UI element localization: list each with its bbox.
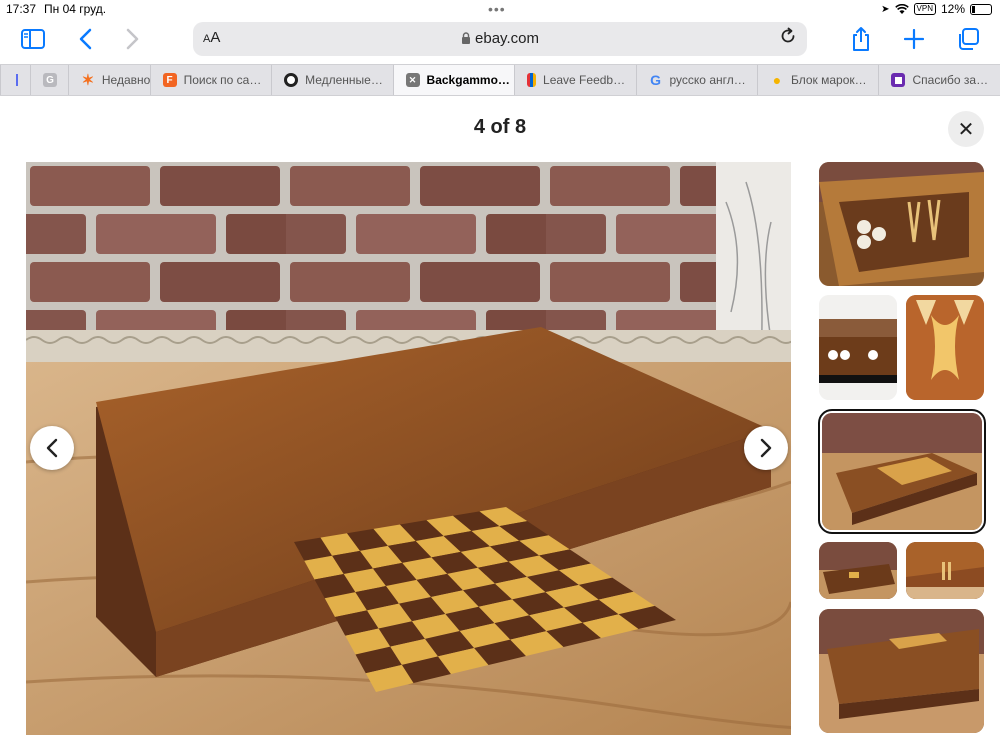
tab-label: Блок марок… bbox=[791, 73, 867, 87]
close-icon: ✕ bbox=[957, 118, 975, 141]
url-text: ebay.com bbox=[475, 30, 539, 47]
thumbnail-closed-board-hinges[interactable] bbox=[906, 542, 984, 599]
chessboard-photo bbox=[26, 162, 791, 735]
back-icon[interactable] bbox=[70, 24, 100, 54]
thumbnail-image bbox=[906, 542, 984, 599]
google-icon: G bbox=[650, 72, 661, 88]
url-display[interactable]: ebay.com bbox=[193, 30, 807, 47]
thumbnail-image bbox=[822, 413, 982, 530]
tab-8[interactable]: ● Блок марок… bbox=[757, 65, 878, 95]
tab-label: Leave Feedb… bbox=[543, 73, 626, 87]
shopping-bag-icon bbox=[527, 73, 537, 87]
tab-0[interactable] bbox=[0, 65, 30, 95]
thumbnail-image bbox=[906, 295, 984, 400]
google-g-gray-icon: G bbox=[42, 73, 57, 87]
status-bar: 17:37 Пн 04 груд. ••• ➤ VPN 12% bbox=[0, 0, 1000, 18]
tab-1[interactable]: G bbox=[29, 65, 68, 95]
next-image-button[interactable] bbox=[744, 426, 788, 470]
previous-image-button[interactable] bbox=[30, 426, 74, 470]
thumbnail-image bbox=[819, 295, 897, 400]
thumbnail-backgammon-pieces-side[interactable] bbox=[819, 295, 897, 400]
f-orange-square-icon: F bbox=[162, 73, 177, 87]
sidebar-icon[interactable] bbox=[18, 24, 48, 54]
purple-square-icon bbox=[891, 73, 906, 87]
status-indicators: ➤ VPN 12% bbox=[881, 2, 992, 16]
thumbnail-closed-board-edge[interactable] bbox=[819, 609, 984, 733]
close-viewer-button[interactable]: ✕ bbox=[948, 111, 984, 147]
tab-6[interactable]: Leave Feedb… bbox=[514, 65, 635, 95]
new-tab-icon[interactable] bbox=[899, 24, 929, 54]
battery-percent: 12% bbox=[940, 2, 965, 16]
reload-icon[interactable] bbox=[779, 27, 797, 50]
location-icon: ➤ bbox=[881, 3, 890, 15]
vpn-badge: VPN bbox=[913, 3, 936, 15]
close-icon[interactable]: ✕ bbox=[405, 73, 420, 87]
tab-generic-icon bbox=[15, 73, 19, 87]
tab-label: Поиск по са… bbox=[183, 73, 262, 87]
tab-label: Backgammo… bbox=[426, 73, 510, 87]
tab-2[interactable]: ✶ Недавно bbox=[67, 65, 150, 95]
tab-7[interactable]: G русско англ… bbox=[635, 65, 757, 95]
thumbnail-image bbox=[819, 162, 984, 286]
tab-label: Недавно bbox=[101, 73, 150, 87]
thumbnail-image bbox=[819, 609, 984, 733]
lock-icon bbox=[462, 32, 471, 44]
image-counter: 4 of 8 bbox=[473, 116, 527, 138]
status-date: Пн 04 груд. bbox=[44, 2, 107, 16]
chevron-right-icon bbox=[760, 438, 772, 458]
tab-4[interactable]: Медленные… bbox=[271, 65, 392, 95]
status-time: 17:37 bbox=[6, 2, 37, 16]
thumbnail-image bbox=[819, 542, 897, 599]
tab-5[interactable]: ✕ Backgammo… bbox=[392, 65, 515, 95]
thumbnail-backgammon-open-board[interactable] bbox=[819, 162, 984, 286]
chevron-left-icon bbox=[46, 438, 58, 458]
asterisk-orange-icon: ✶ bbox=[81, 72, 95, 89]
wifi-icon bbox=[894, 3, 909, 14]
tabs-overview-icon[interactable] bbox=[953, 24, 983, 54]
tab-9[interactable]: Спасибо за… bbox=[878, 65, 999, 95]
tab-label: Спасибо за… bbox=[912, 73, 989, 87]
thumbnail-board-inlay-ornament[interactable] bbox=[906, 295, 984, 400]
share-icon[interactable] bbox=[846, 24, 876, 54]
tab-label: Медленные… bbox=[305, 73, 383, 87]
thumbnail-closed-board-dark[interactable] bbox=[819, 542, 897, 599]
tab-3[interactable]: F Поиск по са… bbox=[149, 65, 271, 95]
tab-label: русско англ… bbox=[669, 73, 746, 87]
browser-toolbar: AA ebay.com bbox=[0, 18, 1000, 62]
battery-icon bbox=[970, 3, 992, 15]
map-pin-icon: ● bbox=[772, 72, 782, 88]
avatar-face-icon bbox=[284, 73, 299, 87]
multitasking-dots-icon[interactable]: ••• bbox=[488, 1, 506, 17]
address-bar[interactable]: AA ebay.com bbox=[193, 22, 807, 56]
tab-bar: G ✶ Недавно F Поиск по са… Медленные… ✕ … bbox=[0, 64, 1000, 96]
forward-icon[interactable] bbox=[118, 24, 148, 54]
main-photo[interactable] bbox=[26, 162, 791, 735]
thumbnail-closed-board-chess-top[interactable] bbox=[818, 409, 986, 534]
